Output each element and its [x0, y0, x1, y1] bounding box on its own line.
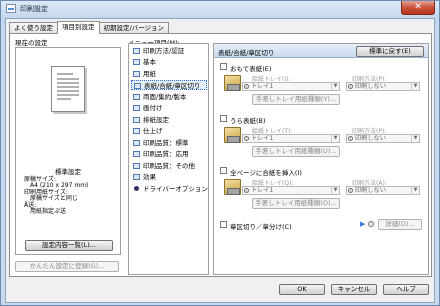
page-preview-icon — [51, 66, 85, 112]
chevron-down-icon: ▼ — [331, 135, 339, 142]
tab-detailed-settings[interactable]: 項目別設定 — [57, 21, 100, 34]
tab-defaults-version[interactable]: 初期設定/バージョン — [98, 22, 170, 33]
insert-sheet-label: 全ページに合紙を挿入(I) — [230, 169, 302, 177]
insert-manual-tray-button[interactable]: 手差しトレイ用紙種類(O)... — [252, 198, 340, 209]
quality-standard-icon — [133, 140, 140, 146]
back-cover-checkbox[interactable] — [220, 115, 227, 122]
register-easy-settings-button[interactable]: かんたん設定に登録(G)... — [15, 261, 119, 272]
panel-title: 表紙/合紙/章区切り — [218, 49, 275, 57]
back-cover-label: うら表紙(B) — [230, 117, 266, 125]
list-settings-button[interactable]: 設定内容一覧(L)... — [25, 240, 113, 251]
info-icon: i — [348, 136, 353, 141]
cover-icon — [134, 83, 141, 89]
quality-other-icon — [133, 163, 140, 169]
quality-advanced-icon — [133, 151, 140, 157]
settings-summary: 原稿サイズ: A4 (210 x 297 mm) 印刷用紙サイズ: 原稿サイズと… — [24, 176, 88, 216]
paper-tray-icon — [224, 127, 241, 143]
menu-item-driver-option[interactable]: ドライバーオプション — [131, 184, 208, 194]
menu-item-quality-other[interactable]: 印刷品質：その他 — [131, 161, 207, 171]
menu-item-finishing[interactable]: 仕上げ — [131, 126, 207, 136]
insert-tray-select[interactable]: i トレイ1 ▼ — [242, 186, 340, 195]
chevron-down-icon: ▼ — [331, 187, 339, 194]
print-settings-window: 印刷設定 ✕ よく使う設定 項目別設定 初期設定/バージョン 現在の設定 標準設… — [0, 0, 440, 306]
insert-print-select[interactable]: i 印刷しない ▼ — [346, 186, 420, 195]
dialog-buttons: OK キャンセル ヘルプ — [6, 281, 436, 301]
front-cover-section: おもて表紙(E) 給紙トレイ(I): 印刷方法(P): i トレイ1 ▼ i 印刷しな… — [220, 62, 424, 112]
ok-button[interactable]: OK — [279, 284, 325, 295]
front-manual-tray-button[interactable]: 手差しトレイ用紙種類(Y)... — [252, 94, 340, 105]
insert-sheet-checkbox[interactable] — [220, 167, 227, 174]
tab-panel: 現在の設定 標準設定 原稿サイズ: A4 (210 x 297 mm) 印刷用紙… — [9, 33, 432, 277]
current-settings-pane: 現在の設定 標準設定 原稿サイズ: A4 (210 x 297 mm) 印刷用紙… — [15, 37, 123, 275]
chapter-checkbox[interactable] — [220, 221, 227, 228]
driver-option-icon — [134, 186, 139, 191]
menu-items-list: 印刷方法/認証 基本 用紙 表紙/合紙/章区切り 両面/集約/製本 画付け 排紙… — [128, 43, 209, 275]
output-icon — [133, 117, 140, 123]
info-icon: i — [244, 84, 249, 89]
details-button[interactable]: 詳細(D)... — [378, 219, 422, 230]
help-button[interactable]: ヘルプ — [383, 284, 429, 295]
restore-defaults-button[interactable]: 標準に戻す(E) — [356, 46, 424, 57]
menu-item-cover[interactable]: 表紙/合紙/章区切り — [131, 80, 207, 90]
menu-item-print-method[interactable]: 印刷方法/認証 — [131, 46, 207, 56]
title-bar[interactable]: 印刷設定 ✕ — [1, 1, 439, 17]
front-cover-checkbox[interactable] — [220, 63, 227, 70]
duplex-icon — [133, 94, 140, 100]
effect-icon — [133, 174, 140, 180]
info-icon: i — [368, 221, 374, 227]
front-tray-select[interactable]: i トレイ1 ▼ — [242, 82, 340, 91]
paper-tray-icon — [224, 75, 241, 91]
finishing-icon — [133, 128, 140, 134]
back-manual-tray-button[interactable]: 手差しトレイ用紙種類(U)... — [252, 146, 340, 157]
settings-preview-box: 標準設定 原稿サイズ: A4 (210 x 297 mm) 印刷用紙サイズ: 原… — [15, 47, 121, 255]
printer-settings-icon — [6, 4, 16, 13]
print-method-icon — [133, 48, 140, 54]
front-print-select[interactable]: i 印刷しない ▼ — [346, 82, 420, 91]
current-settings-label: 現在の設定 — [15, 39, 48, 47]
info-icon: i — [348, 84, 353, 89]
menu-item-output[interactable]: 排紙設定 — [131, 115, 207, 125]
basic-icon — [133, 59, 140, 65]
dialog-body: よく使う設定 項目別設定 初期設定/バージョン 現在の設定 標準設定 原稿サイズ… — [5, 18, 435, 303]
info-icon: i — [244, 136, 249, 141]
cover-settings-panel: 表紙/合紙/章区切り 標準に戻す(E) おもて表紙(E) 給紙トレイ(I): 印… — [213, 43, 429, 275]
cancel-button[interactable]: キャンセル — [331, 284, 377, 295]
chapter-label: 章区切り／章分け(C) — [230, 223, 292, 231]
window-title: 印刷設定 — [20, 5, 48, 13]
layout-icon — [133, 105, 140, 111]
info-icon: i — [348, 188, 353, 193]
chevron-down-icon: ▼ — [411, 187, 419, 194]
menu-item-paper[interactable]: 用紙 — [131, 69, 207, 79]
chevron-down-icon: ▼ — [331, 83, 339, 90]
paper-icon — [133, 71, 140, 77]
back-tray-select[interactable]: i トレイ1 ▼ — [242, 134, 340, 143]
menu-item-layout[interactable]: 画付け — [131, 103, 207, 113]
back-print-select[interactable]: i 印刷しない ▼ — [346, 134, 420, 143]
chevron-down-icon: ▼ — [411, 83, 419, 90]
front-cover-label: おもて表紙(E) — [230, 65, 272, 73]
menu-item-effect[interactable]: 効果 — [131, 172, 207, 182]
chapter-section: 章区切り／章分け(C) ▶ i 詳細(D)... — [220, 219, 424, 234]
menu-item-quality-advanced[interactable]: 印刷品質：応用 — [131, 149, 207, 159]
menu-item-quality-standard[interactable]: 印刷品質：標準 — [131, 138, 207, 148]
back-cover-section: うら表紙(B) 給紙トレイ(T): 印刷方法(P): i トレイ1 ▼ i 印刷しない… — [220, 114, 424, 164]
arrow-right-icon: ▶ — [360, 220, 366, 228]
tab-frequent-settings[interactable]: よく使う設定 — [9, 22, 58, 33]
info-icon: i — [244, 188, 249, 193]
chevron-down-icon: ▼ — [411, 135, 419, 142]
tab-strip: よく使う設定 項目別設定 初期設定/バージョン — [9, 21, 170, 34]
menu-item-basic[interactable]: 基本 — [131, 57, 207, 67]
paper-tray-icon — [224, 179, 241, 195]
standard-settings-label: 標準設定 — [55, 168, 81, 176]
close-button[interactable]: ✕ — [401, 1, 435, 15]
summary-line: 用紙指定ぷ送 — [24, 208, 67, 216]
insert-sheet-section: 全ページに合紙を挿入(I) 給紙トレイ(Q): 印刷方法(A): i トレイ1 ▼ … — [220, 166, 424, 216]
menu-item-duplex[interactable]: 両面/集約/製本 — [131, 92, 207, 102]
